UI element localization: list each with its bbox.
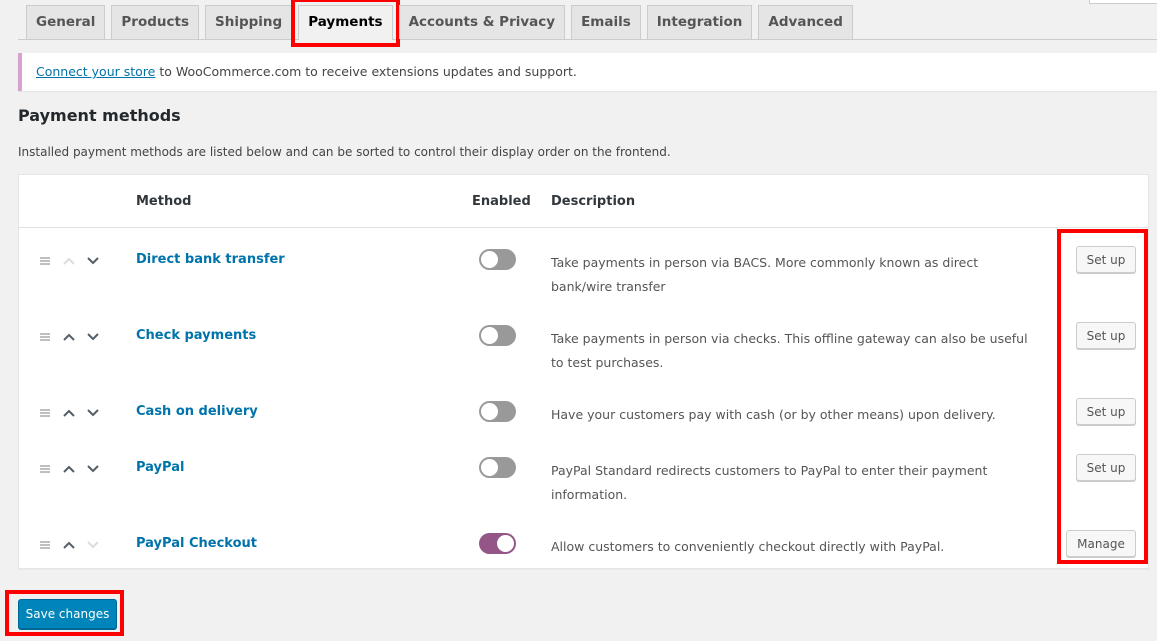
move-down-icon bbox=[86, 538, 100, 552]
method-name-link[interactable]: PayPal bbox=[136, 460, 184, 475]
method-description: PayPal Standard redirects customers to P… bbox=[551, 463, 988, 502]
move-down-icon[interactable] bbox=[86, 330, 100, 344]
column-header-method: Method bbox=[136, 194, 192, 209]
tab-shipping[interactable]: Shipping bbox=[205, 5, 293, 39]
section-description: Installed payment methods are listed bel… bbox=[18, 145, 671, 159]
set-up-button[interactable]: Set up bbox=[1076, 322, 1136, 349]
column-header-enabled: Enabled bbox=[472, 194, 531, 209]
connect-store-notice: Connect your store to WooCommerce.com to… bbox=[18, 53, 1157, 91]
save-changes-button[interactable]: Save changes bbox=[18, 599, 117, 629]
enabled-toggle[interactable] bbox=[479, 401, 516, 422]
sort-controls bbox=[39, 462, 109, 478]
section-title: Payment methods bbox=[18, 106, 181, 125]
screen-options-edge bbox=[1089, 0, 1157, 4]
sort-controls bbox=[39, 538, 109, 554]
settings-tabs: General Products Shipping Payments Accou… bbox=[18, 0, 1157, 47]
tab-products[interactable]: Products bbox=[111, 5, 199, 39]
method-name-link[interactable]: Check payments bbox=[136, 328, 256, 343]
notice-text: to WooCommerce.com to receive extensions… bbox=[155, 64, 577, 79]
toggle-knob bbox=[481, 403, 498, 420]
method-name-link[interactable]: Cash on delivery bbox=[136, 404, 258, 419]
manage-button[interactable]: Manage bbox=[1066, 530, 1136, 557]
toggle-knob bbox=[481, 251, 498, 268]
set-up-button[interactable]: Set up bbox=[1076, 454, 1136, 481]
method-name-link[interactable]: Direct bank transfer bbox=[136, 252, 285, 267]
tab-general[interactable]: General bbox=[26, 5, 106, 39]
method-description: Allow customers to conveniently checkout… bbox=[551, 539, 945, 554]
enabled-toggle[interactable] bbox=[479, 533, 516, 554]
drag-handle-icon[interactable] bbox=[39, 463, 51, 475]
move-up-icon[interactable] bbox=[62, 330, 76, 344]
move-up-icon[interactable] bbox=[62, 538, 76, 552]
tab-advanced[interactable]: Advanced bbox=[758, 5, 853, 39]
method-description: Take payments in person via checks. This… bbox=[551, 331, 1028, 370]
move-down-icon[interactable] bbox=[86, 406, 100, 420]
enabled-toggle[interactable] bbox=[479, 249, 516, 270]
enabled-toggle[interactable] bbox=[479, 457, 516, 478]
table-header: Method Enabled Description bbox=[19, 175, 1148, 228]
sort-controls bbox=[39, 254, 109, 270]
enabled-toggle[interactable] bbox=[479, 325, 516, 346]
move-down-icon[interactable] bbox=[86, 462, 100, 476]
move-up-icon[interactable] bbox=[62, 406, 76, 420]
sort-controls bbox=[39, 406, 109, 422]
method-description: Have your customers pay with cash (or by… bbox=[551, 407, 996, 422]
column-header-description: Description bbox=[551, 194, 636, 209]
tab-payments[interactable]: Payments bbox=[291, 0, 400, 47]
tab-accounts-privacy[interactable]: Accounts & Privacy bbox=[398, 5, 566, 39]
toggle-knob bbox=[481, 327, 498, 344]
move-down-icon[interactable] bbox=[86, 254, 100, 268]
method-description: Take payments in person via BACS. More c… bbox=[551, 255, 979, 294]
connect-store-link[interactable]: Connect your store bbox=[36, 64, 155, 79]
drag-handle-icon[interactable] bbox=[39, 407, 51, 419]
drag-handle-icon[interactable] bbox=[39, 539, 51, 551]
move-up-icon[interactable] bbox=[62, 462, 76, 476]
move-up-icon bbox=[62, 254, 76, 268]
tab-emails[interactable]: Emails bbox=[571, 5, 641, 39]
sort-controls bbox=[39, 330, 109, 346]
drag-handle-icon[interactable] bbox=[39, 255, 51, 267]
toggle-knob bbox=[497, 535, 514, 552]
toggle-knob bbox=[481, 459, 498, 476]
drag-handle-icon[interactable] bbox=[39, 331, 51, 343]
method-name-link[interactable]: PayPal Checkout bbox=[136, 536, 257, 551]
save-highlight-box: Save changes bbox=[5, 590, 124, 636]
payment-methods-table: Method Enabled Description Direct bank t… bbox=[18, 174, 1149, 569]
set-up-button[interactable]: Set up bbox=[1076, 246, 1136, 273]
tab-integration[interactable]: Integration bbox=[646, 5, 753, 39]
set-up-button[interactable]: Set up bbox=[1076, 398, 1136, 425]
